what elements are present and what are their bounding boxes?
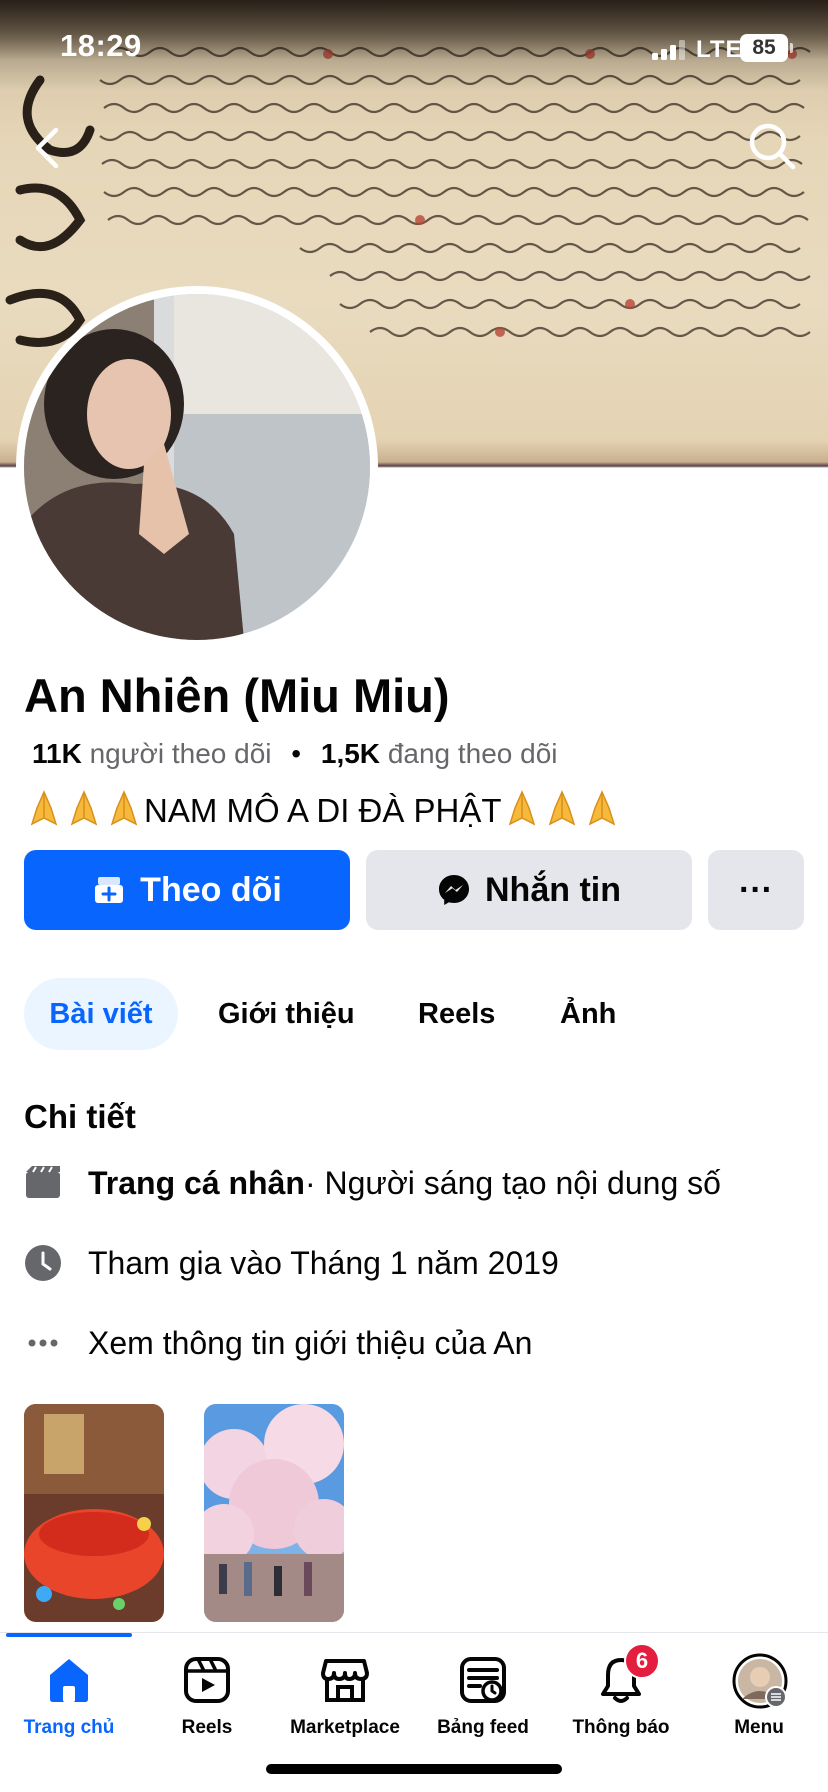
nav-notifications-label: Thông báo bbox=[572, 1717, 670, 1738]
nav-menu-label: Menu bbox=[734, 1717, 784, 1738]
nav-home[interactable]: Trang chủ bbox=[0, 1653, 138, 1753]
following-count[interactable]: 1,5K bbox=[321, 738, 380, 769]
nav-feeds-label: Bảng feed bbox=[437, 1717, 529, 1738]
detail-page-type: Trang cá nhân · Người sáng tạo nội dung … bbox=[24, 1158, 721, 1208]
nav-reels[interactable]: Reels bbox=[138, 1653, 276, 1753]
nav-menu[interactable]: Menu bbox=[690, 1653, 828, 1753]
clock-icon bbox=[24, 1244, 62, 1282]
profile-picture-frame[interactable] bbox=[16, 286, 378, 648]
follow-icon bbox=[95, 877, 124, 903]
detail-joined: Tham gia vào Tháng 1 năm 2019 bbox=[24, 1238, 559, 1288]
bell-icon: 6 bbox=[594, 1643, 660, 1707]
followers-count[interactable]: 11K bbox=[32, 738, 82, 769]
message-label: Nhắn tin bbox=[485, 870, 621, 909]
follow-label: Theo dõi bbox=[140, 870, 282, 909]
search-button[interactable] bbox=[746, 120, 798, 172]
profile-bio: NAM MÔ A DI ĐÀ PHẬT bbox=[24, 788, 622, 830]
praying-hands-icon bbox=[30, 790, 58, 826]
profile-stats: 11K người theo dõi • 1,5K đang theo dõi bbox=[32, 738, 558, 770]
nav-marketplace-label: Marketplace bbox=[290, 1717, 400, 1738]
following-label[interactable]: đang theo dõi bbox=[388, 738, 558, 769]
followers-label[interactable]: người theo dõi bbox=[90, 738, 272, 769]
back-button[interactable] bbox=[26, 122, 70, 174]
more-options-button[interactable]: ··· bbox=[708, 850, 804, 930]
reels-icon bbox=[180, 1653, 234, 1707]
see-about-link[interactable]: Xem thông tin giới thiệu của An bbox=[24, 1318, 532, 1368]
page-type-rest: · Người sáng tạo nội dung số bbox=[304, 1164, 721, 1201]
details-title: Chi tiết bbox=[24, 1098, 136, 1135]
praying-hands-icon bbox=[548, 790, 575, 826]
featured-thumbnail[interactable] bbox=[204, 1404, 344, 1622]
home-icon bbox=[42, 1653, 96, 1707]
chevron-left-icon bbox=[35, 127, 59, 169]
praying-hands-icon bbox=[588, 790, 615, 826]
more-options-icon: ··· bbox=[739, 870, 773, 909]
marketplace-icon bbox=[318, 1653, 372, 1707]
profile-name: An Nhiên (Miu Miu) bbox=[24, 669, 450, 722]
praying-hands-icon bbox=[508, 790, 535, 826]
bio-text: NAM MÔ A DI ĐÀ PHẬT bbox=[144, 792, 502, 829]
feed-icon bbox=[456, 1653, 510, 1707]
tab-photos[interactable]: Ảnh bbox=[560, 978, 616, 1050]
tab-reels[interactable]: Reels bbox=[418, 978, 495, 1050]
follow-button[interactable]: Theo dõi bbox=[24, 850, 350, 930]
notification-badge: 6 bbox=[624, 1643, 660, 1679]
tab-posts[interactable]: Bài viết bbox=[24, 978, 178, 1050]
messenger-icon bbox=[439, 875, 469, 905]
nav-feeds[interactable]: Bảng feed bbox=[414, 1653, 552, 1753]
nav-home-label: Trang chủ bbox=[23, 1717, 115, 1738]
praying-hands-icon bbox=[70, 790, 98, 826]
battery-icon: 85 bbox=[740, 34, 793, 62]
praying-hands-icon bbox=[110, 790, 138, 826]
featured-thumbnail[interactable] bbox=[24, 1404, 164, 1622]
tab-about[interactable]: Giới thiệu bbox=[218, 978, 355, 1050]
signal-icon bbox=[652, 40, 686, 60]
status-time: 18:29 bbox=[60, 28, 142, 63]
search-icon bbox=[749, 123, 796, 170]
profile-picture[interactable] bbox=[24, 294, 370, 640]
home-indicator bbox=[266, 1764, 562, 1774]
nav-reels-label: Reels bbox=[181, 1717, 233, 1738]
page-type-bold: Trang cá nhân bbox=[88, 1164, 305, 1201]
network-type: LTE bbox=[696, 36, 743, 63]
message-button[interactable]: Nhắn tin bbox=[366, 850, 692, 930]
menu-avatar bbox=[732, 1653, 788, 1709]
joined-text: Tham gia vào Tháng 1 năm 2019 bbox=[88, 1244, 559, 1281]
more-dots-icon bbox=[24, 1324, 62, 1362]
nav-marketplace[interactable]: Marketplace bbox=[276, 1653, 414, 1753]
stats-separator: • bbox=[291, 738, 302, 769]
active-tab-indicator bbox=[6, 1633, 132, 1637]
nav-notifications[interactable]: 6 Thông báo bbox=[552, 1643, 690, 1753]
see-about-text: Xem thông tin giới thiệu của An bbox=[88, 1324, 533, 1361]
clapperboard-icon bbox=[24, 1164, 62, 1202]
